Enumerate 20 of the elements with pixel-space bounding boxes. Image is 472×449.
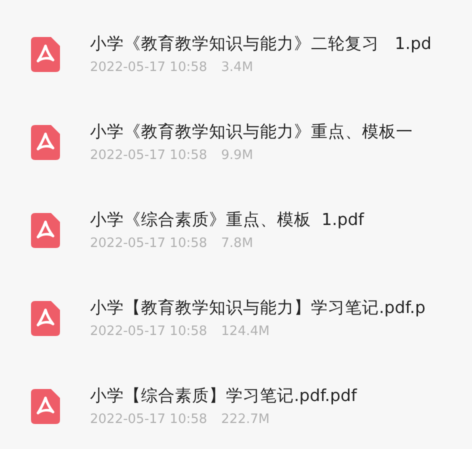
pdf-file-icon	[31, 213, 60, 248]
pdf-file-icon	[31, 37, 60, 72]
pdf-file-icon	[31, 301, 60, 336]
file-size: 7.8M	[221, 235, 254, 252]
file-date: 2022-05-17 10:58	[90, 235, 208, 252]
file-date: 2022-05-17 10:58	[90, 323, 208, 340]
file-size: 9.9M	[221, 147, 254, 164]
file-name[interactable]: 小学《综合素质》重点、模板 1.pdf	[90, 209, 364, 231]
file-size: 124.4M	[221, 323, 270, 340]
pdf-file-icon	[31, 125, 60, 160]
file-size: 3.4M	[221, 59, 254, 76]
file-name[interactable]: 小学《教育教学知识与能力》二轮复习 1.pd	[90, 33, 432, 55]
file-name[interactable]: 小学【综合素质】学习笔记.pdf.pdf	[90, 385, 357, 407]
pdf-file-icon	[31, 389, 60, 424]
file-date: 2022-05-17 10:58	[90, 411, 208, 428]
file-date: 2022-05-17 10:58	[90, 59, 208, 76]
file-date: 2022-05-17 10:58	[90, 147, 208, 164]
file-size: 222.7M	[221, 411, 270, 428]
file-name[interactable]: 小学【教育教学知识与能力】学习笔记.pdf.p	[90, 297, 426, 319]
file-name[interactable]: 小学《教育教学知识与能力》重点、模板一	[90, 121, 413, 143]
